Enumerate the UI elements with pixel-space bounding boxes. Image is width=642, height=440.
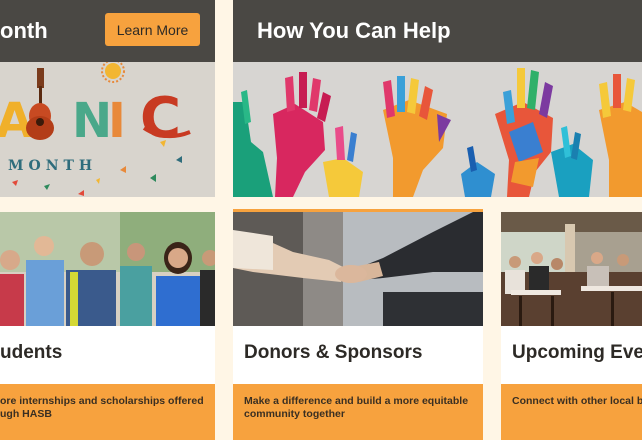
hero-left-header: onth Learn More xyxy=(0,0,215,62)
hispanic-month-banner: A N I C MONTH xyxy=(0,62,215,197)
hand-teal xyxy=(233,90,273,197)
card-students-desc-line1: ore internships and scholarships offered xyxy=(0,395,204,407)
banner-month-text: MONTH xyxy=(8,158,97,174)
restaurant-photo xyxy=(501,212,642,326)
students-photo xyxy=(0,212,215,326)
card-donors-desc-line2: community together xyxy=(244,408,345,420)
banner-letter-c: C xyxy=(140,86,181,151)
hand-yellow xyxy=(323,126,363,197)
card-donors-title: Donors & Sponsors xyxy=(244,342,423,363)
card-students[interactable]: udents ore internships and scholarships … xyxy=(0,212,215,440)
card-students-desc-line2: ugh HASB xyxy=(0,408,52,420)
hand-blue xyxy=(461,146,495,197)
card-students-title: udents xyxy=(0,342,63,363)
card-donors-desc-line1: Make a difference and build a more equit… xyxy=(244,395,469,407)
card-events-desc-line1: Connect with other local bu xyxy=(512,395,642,407)
card-events-title: Upcoming Eve xyxy=(512,342,642,363)
hero-right-title: How You Can Help xyxy=(257,18,451,43)
card-donors-desc: Make a difference and build a more equit… xyxy=(233,384,483,440)
learn-more-button[interactable]: Learn More xyxy=(105,13,200,46)
card-upcoming-events[interactable]: Upcoming Eve Connect with other local bu xyxy=(501,212,642,440)
hero-right-header: How You Can Help xyxy=(233,0,642,62)
banner-letter-i: I xyxy=(108,93,126,149)
hand-orange-2 xyxy=(599,74,642,197)
hand-teal-2 xyxy=(551,126,593,197)
raised-hands-banner xyxy=(233,62,642,197)
sun-icon xyxy=(101,62,125,83)
card-donors-sponsors[interactable]: Donors & Sponsors Make a difference and … xyxy=(233,212,483,440)
banner-letter-a: A xyxy=(0,93,33,149)
hand-multicolor xyxy=(495,68,553,197)
banner-letter-n: N xyxy=(72,93,112,149)
hand-pink xyxy=(273,72,331,197)
handshake-icon xyxy=(335,265,367,283)
hero-left-title: onth xyxy=(0,18,48,43)
handshake-photo xyxy=(233,212,483,326)
card-students-desc: ore internships and scholarships offered… xyxy=(0,384,215,440)
hand-orange xyxy=(383,76,451,197)
card-events-desc: Connect with other local bu xyxy=(501,384,642,440)
